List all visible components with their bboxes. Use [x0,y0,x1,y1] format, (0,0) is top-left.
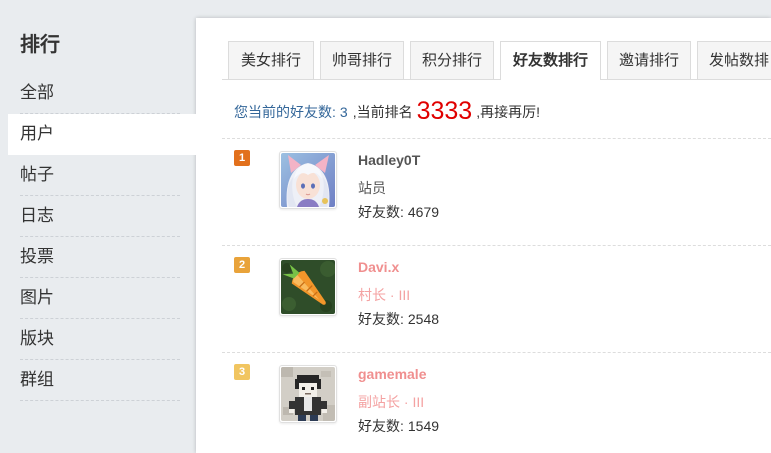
friends-count: 好友数: 2548 [358,310,439,328]
sidebar-item-label: 用户 [20,124,54,143]
user-avatar[interactable] [279,258,337,316]
rank-badge: 2 [234,257,250,273]
my-friends-count[interactable]: 3 [340,104,348,120]
sidebar-item-label: 全部 [20,83,54,102]
friends-label: 好友数: [358,311,404,327]
tab-invites-ranking[interactable]: 邀请排行 [607,41,691,79]
sidebar-item-label: 群组 [20,370,54,389]
sidebar-item-all[interactable]: 全部 [0,73,197,114]
tab-friends-ranking[interactable]: 好友数排行 [500,41,601,80]
user-name-link[interactable]: Davi.x [358,258,399,276]
tab-credits-ranking[interactable]: 积分排行 [410,41,494,79]
sidebar-item-threads[interactable]: 帖子 [0,155,197,196]
ranking-row: 1 Hadley0T 站员 好友数: 4679 [222,139,771,246]
sidebar-item-blogs[interactable]: 日志 [0,196,197,237]
sidebar-item-forums[interactable]: 版块 [0,319,197,360]
sidebar-item-label: 投票 [20,247,54,266]
rank-badge: 1 [234,150,250,166]
sidebar-item-polls[interactable]: 投票 [0,237,197,278]
user-group: 村长 · III [358,287,411,303]
friends-value: 4679 [407,204,440,220]
my-ranking-summary: 您当前的好友数: 3 ,当前排名 3333 ,再接再厉! [234,98,540,124]
ranking-row: 2 Davi.x 村长 · III 好友数: 2548 [222,246,771,353]
user-avatar[interactable] [279,151,337,209]
friends-value: 1549 [407,418,440,434]
friends-label: 好友数: [358,418,404,434]
friends-count: 好友数: 4679 [358,203,439,221]
sidebar-item-label: 版块 [20,329,54,348]
sidebar-item-label: 图片 [20,288,54,307]
sidebar-item-label: 帖子 [20,165,54,184]
sidebar-item-label: 日志 [20,206,54,225]
sidebar-item-pictures[interactable]: 图片 [0,278,197,319]
sidebar-item-users[interactable]: 用户 [8,114,197,155]
carrot-avatar[interactable] [281,260,335,314]
friends-label: 好友数: [358,204,404,220]
ranking-list: 1 Hadley0T 站员 好友数: 4679 2 Davi.x 村长 · II… [222,139,771,453]
sidebar-item-groups[interactable]: 群组 [0,360,197,401]
user-group: 副站长 · III [358,394,425,410]
user-group: 站员 [358,180,386,196]
encouragement-text: ,再接再厉! [476,104,540,120]
my-friends-label[interactable]: 您当前的好友数: [234,104,336,120]
tab-handsome-ranking[interactable]: 帅哥排行 [320,41,404,79]
current-rank-label: ,当前排名 [352,104,413,120]
anime-girl-avatar[interactable] [281,153,335,207]
user-name-link[interactable]: Hadley0T [358,151,420,169]
user-name-link[interactable]: gamemale [358,365,426,383]
current-rank-value: 3333 [416,97,473,125]
sidebar-title: 排行 [20,34,60,56]
friends-value: 2548 [407,311,440,327]
friends-count: 好友数: 1549 [358,417,439,435]
sidebar-nav: 全部 用户 帖子 日志 投票 图片 版块 群组 [0,73,197,401]
main-panel: 美女排行 帅哥排行 积分排行 好友数排行 邀请排行 发帖数排 您当前的好友数: 3… [196,18,771,453]
pixel-character-avatar[interactable] [281,367,335,421]
rank-badge: 3 [234,364,250,380]
ranking-row: 3 gamemale 副站长 · III 好友数: 1549 [222,353,771,453]
user-avatar[interactable] [279,365,337,423]
ranking-tabs: 美女排行 帅哥排行 积分排行 好友数排行 邀请排行 发帖数排 [222,41,771,80]
tab-posts-ranking[interactable]: 发帖数排 [697,41,771,79]
tab-beauty-ranking[interactable]: 美女排行 [228,41,314,79]
sidebar: 排行 全部 用户 帖子 日志 投票 图片 版块 群组 [0,0,197,453]
